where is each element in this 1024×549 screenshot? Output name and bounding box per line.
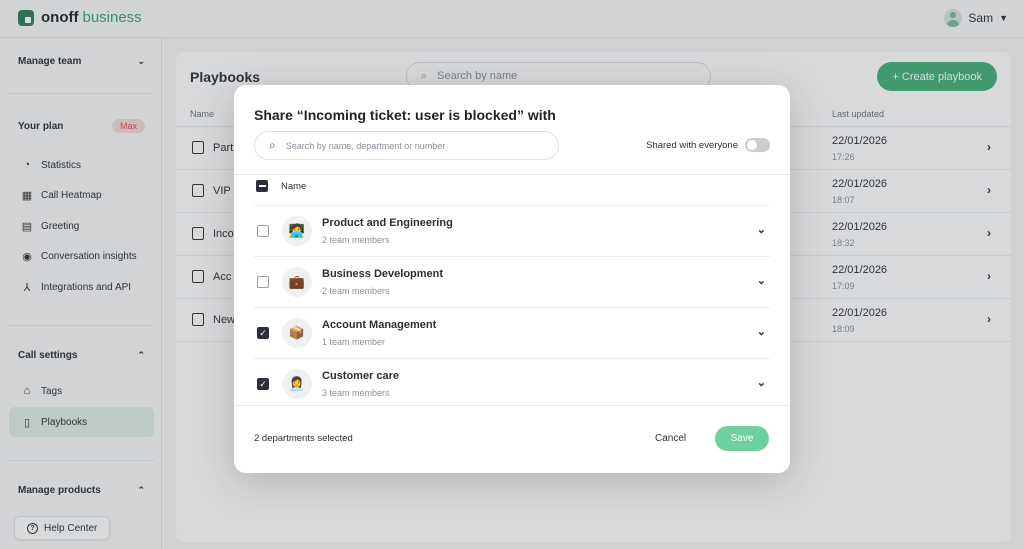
dialog-title: Share “Incoming ticket: user is blocked”… [254,107,556,123]
save-button[interactable]: Save [715,426,769,451]
chevron-down-icon[interactable]: ⌄ [757,223,766,236]
shared-label: Shared with everyone [646,139,738,151]
chevron-down-icon[interactable]: ⌄ [757,376,766,389]
department-members: 2 team members [322,235,390,245]
list-header: Name [256,180,306,192]
list-header-name: Name [281,180,307,192]
department-name: Business Development [322,268,444,280]
department-avatar: 👩‍💼 [282,369,312,399]
department-name: Product and Engineering [322,217,453,229]
shared-with-everyone: Shared with everyone [646,138,770,152]
department-members: 3 team members [322,388,390,398]
shared-toggle[interactable] [745,138,770,152]
department-name: Customer care [322,370,400,382]
chevron-down-icon[interactable]: ⌄ [757,274,766,287]
department-search-field[interactable]: ⌕ [254,131,559,160]
cancel-button[interactable]: Cancel [655,433,686,444]
department-avatar: 📦 [282,318,312,348]
department-row[interactable]: ✓ 📦 Account Management 1 team member ⌄ [254,307,770,358]
department-avatar: 💼 [282,267,312,297]
select-all-checkbox[interactable] [256,180,268,192]
share-dialog: Share “Incoming ticket: user is blocked”… [234,85,790,473]
chevron-down-icon[interactable]: ⌄ [757,325,766,338]
department-row[interactable]: ✓ 👩‍💼 Customer care 3 team members ⌄ [254,358,770,409]
department-checkbox[interactable]: ✓ [257,378,269,390]
divider [234,174,790,175]
department-members: 1 team member [322,337,386,347]
search-icon: ⌕ [269,138,276,152]
department-checkbox[interactable] [257,276,269,288]
department-avatar: 🧑‍💻 [282,216,312,246]
divider [234,405,790,406]
department-members: 2 team members [322,286,390,296]
department-search-input[interactable] [285,140,536,151]
department-row[interactable]: 💼 Business Development 2 team members ⌄ [254,256,770,307]
selected-count: 2 departments selected [254,433,353,444]
department-checkbox[interactable] [257,225,269,237]
department-checkbox[interactable]: ✓ [257,327,269,339]
department-name: Account Management [322,319,437,331]
department-row[interactable]: 🧑‍💻 Product and Engineering 2 team membe… [254,205,770,256]
